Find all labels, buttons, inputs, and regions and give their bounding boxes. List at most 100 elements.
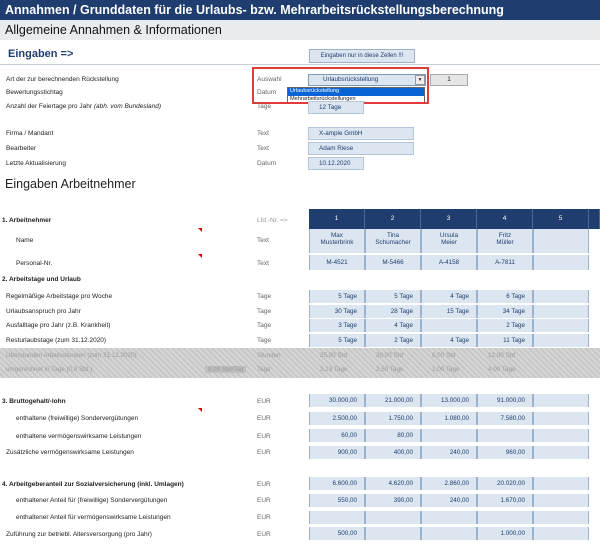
label-name: Name xyxy=(16,237,34,244)
value-cell[interactable]: 240,00 xyxy=(421,446,477,459)
value-cell[interactable]: 3 Tage xyxy=(309,319,365,332)
name-cell[interactable]: Fritz Müller xyxy=(477,229,533,253)
value-cell[interactable]: 390,00 xyxy=(365,494,421,507)
selection-index-cell: 1 xyxy=(430,74,468,86)
value-cell[interactable]: 4 Tage xyxy=(365,319,421,332)
value-cell[interactable]: 13.000,00 xyxy=(421,394,477,407)
value-cell[interactable]: 4 Tage xyxy=(421,334,477,347)
personal-nr-cell[interactable]: M-4521 xyxy=(309,255,365,270)
unit-tage: Tage xyxy=(257,103,272,110)
value-cell[interactable] xyxy=(533,319,589,332)
value-cell[interactable]: 6.600,00 xyxy=(309,477,365,490)
row-unit: EUR xyxy=(257,415,271,422)
value-cell[interactable] xyxy=(533,412,589,425)
value-cell[interactable]: 960,00 xyxy=(477,446,533,459)
value-cell[interactable] xyxy=(365,527,421,540)
value-cell[interactable] xyxy=(421,527,477,540)
section-brutto-label: 3. Bruttogehalt/-lohn xyxy=(2,398,66,405)
value-cell[interactable]: 5 Tage xyxy=(365,290,421,303)
value-cell[interactable]: 1.000,00 xyxy=(477,527,533,540)
value-cell[interactable] xyxy=(421,429,477,442)
personal-nr-cell[interactable]: A-7811 xyxy=(477,255,533,270)
value-cell[interactable] xyxy=(533,290,589,303)
label-feiertage: Anzahl der Feiertage pro Jahr (abh. vom … xyxy=(6,103,162,110)
value-cell[interactable]: 80,00 xyxy=(365,429,421,442)
value-cell[interactable] xyxy=(421,319,477,332)
personal-nr-cell[interactable]: A-4158 xyxy=(421,255,477,270)
value-cell[interactable] xyxy=(533,394,589,407)
value-cell[interactable]: 30.000,00 xyxy=(309,394,365,407)
value-cell[interactable]: 91.000,00 xyxy=(477,394,533,407)
name-cell[interactable] xyxy=(533,229,589,253)
aktualisierung-input[interactable]: 10.12.2020 xyxy=(308,157,364,170)
value-cell[interactable]: 1.670,00 xyxy=(477,494,533,507)
row-unit: Tage xyxy=(257,293,272,300)
disabled-row-label: Überstunden Arbeitsstunden (zum 31.12.20… xyxy=(6,352,137,359)
value-cell[interactable]: 2 Tage xyxy=(365,334,421,347)
comment-marker xyxy=(198,228,202,232)
value-cell[interactable]: 11 Tage xyxy=(477,334,533,347)
value-cell[interactable]: 550,00 xyxy=(309,494,365,507)
row-unit: EUR xyxy=(257,514,271,521)
name-cell[interactable]: Ursula Meier xyxy=(421,229,477,253)
value-cell[interactable] xyxy=(365,511,421,524)
value-cell[interactable]: 20.020,00 xyxy=(477,477,533,490)
row-label: enthaltener Anteil für vermögenswirksame… xyxy=(16,514,171,521)
disabled-value: 4,00 Tage xyxy=(488,366,516,373)
value-cell[interactable]: 6 Tage xyxy=(477,290,533,303)
value-cell[interactable] xyxy=(533,527,589,540)
value-cell[interactable]: 400,00 xyxy=(365,446,421,459)
value-cell[interactable]: 4.620,00 xyxy=(365,477,421,490)
value-cell[interactable]: 1.080,00 xyxy=(421,412,477,425)
row-label: Ausfalltage pro Jahr (z.B. Krankheit) xyxy=(6,322,111,329)
row-unit: Tage xyxy=(257,337,272,344)
value-cell[interactable]: 5 Tage xyxy=(309,334,365,347)
name-cell[interactable]: Max Musterbrink xyxy=(309,229,365,253)
value-cell[interactable] xyxy=(533,334,589,347)
page-title: Annahmen / Grunddaten für die Urlaubs- b… xyxy=(0,0,600,20)
value-cell[interactable]: 2.860,00 xyxy=(421,477,477,490)
value-cell[interactable]: 900,00 xyxy=(309,446,365,459)
divider xyxy=(0,64,600,65)
value-cell[interactable]: 28 Tage xyxy=(365,305,421,318)
value-cell[interactable] xyxy=(533,429,589,442)
value-cell[interactable]: 2 Tage xyxy=(477,319,533,332)
section-arbeitstage-label: 2. Arbeitstage und Urlaub xyxy=(2,276,81,283)
column-header: 2 xyxy=(365,209,421,229)
value-cell[interactable]: 7.580,00 xyxy=(477,412,533,425)
row-label: Regelmäßige Arbeitstage pro Woche xyxy=(6,293,113,300)
value-cell[interactable] xyxy=(533,446,589,459)
value-cell[interactable]: 30 Tage xyxy=(309,305,365,318)
personal-nr-cell[interactable] xyxy=(533,255,589,270)
value-cell[interactable] xyxy=(533,305,589,318)
value-cell[interactable] xyxy=(533,494,589,507)
value-cell[interactable] xyxy=(309,511,365,524)
disabled-row-unit: Stunden xyxy=(257,352,281,359)
value-cell[interactable]: 4 Tage xyxy=(421,290,477,303)
value-cell[interactable] xyxy=(477,429,533,442)
value-cell[interactable]: 1.750,00 xyxy=(365,412,421,425)
disabled-row-label: umgerechnet in Tage (0,8 Std.) xyxy=(6,366,93,373)
value-cell[interactable]: 15 Tage xyxy=(421,305,477,318)
disabled-value: 2,50 Tage xyxy=(376,366,404,373)
row-unit: EUR xyxy=(257,481,271,488)
value-cell[interactable] xyxy=(533,477,589,490)
personal-nr-cell[interactable]: M-5466 xyxy=(365,255,421,270)
value-cell[interactable] xyxy=(421,511,477,524)
input-hint-box: Eingaben nur in diese Zellen !!! xyxy=(309,49,415,63)
value-cell[interactable]: 21.000,00 xyxy=(365,394,421,407)
bearbeiter-input[interactable]: Adam Riese xyxy=(308,142,414,155)
label-bearbeiter: Bearbeiter xyxy=(6,145,36,152)
value-cell[interactable]: 240,00 xyxy=(421,494,477,507)
value-cell[interactable]: 2.500,00 xyxy=(309,412,365,425)
value-cell[interactable]: 34 Tage xyxy=(477,305,533,318)
value-cell[interactable] xyxy=(533,511,589,524)
feiertage-input[interactable]: 12 Tage xyxy=(308,101,364,114)
value-cell[interactable]: 500,00 xyxy=(309,527,365,540)
value-cell[interactable]: 5 Tage xyxy=(309,290,365,303)
row-unit: EUR xyxy=(257,433,271,440)
firma-input[interactable]: X-ample GmbH xyxy=(308,127,414,140)
value-cell[interactable]: 60,00 xyxy=(309,429,365,442)
value-cell[interactable] xyxy=(477,511,533,524)
name-cell[interactable]: Tina Schumacher xyxy=(365,229,421,253)
